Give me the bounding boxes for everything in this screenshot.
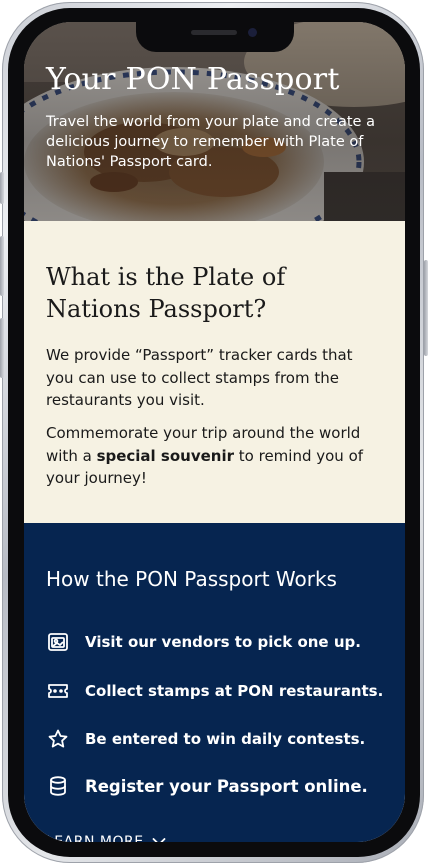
- step-label: Register your Passport online.: [85, 776, 368, 796]
- front-camera: [248, 28, 257, 37]
- what-is-section: What is the Plate of Nations Passport? W…: [24, 221, 405, 523]
- ticket-icon: [46, 679, 70, 703]
- speaker-grille: [191, 30, 237, 35]
- volume-down-button: [0, 318, 4, 378]
- step-label: Be entered to win daily contests.: [85, 730, 366, 748]
- phone-notch: [136, 22, 294, 52]
- mute-switch: [0, 172, 4, 204]
- step-contests: Be entered to win daily contests.: [46, 726, 391, 752]
- how-it-works-section: How the PON Passport Works Visit our ven…: [24, 523, 405, 842]
- step-label: Collect stamps at PON restaurants.: [85, 682, 384, 700]
- step-collect-stamps: Collect stamps at PON restaurants.: [46, 678, 391, 704]
- learn-more-link[interactable]: LEARN MORE: [46, 834, 166, 842]
- phone-screen: Your PON Passport Travel the world from …: [24, 22, 405, 842]
- how-it-works-title: How the PON Passport Works: [46, 567, 337, 591]
- volume-up-button: [0, 236, 4, 296]
- chevron-down-icon: [152, 838, 165, 842]
- hero-description: Travel the world from your plate and cre…: [46, 114, 375, 170]
- step-pick-up: Visit our vendors to pick one up.: [46, 629, 391, 655]
- step-register: Register your Passport online.: [46, 773, 391, 799]
- step-label: Visit our vendors to pick one up.: [85, 633, 361, 651]
- what-is-paragraph-2: Commemorate your trip around the world w…: [46, 422, 384, 490]
- what-is-paragraph-1: We provide “Passport” tracker cards that…: [46, 346, 353, 409]
- hero-title: Your PON Passport: [46, 62, 340, 97]
- what-is-title: What is the Plate of Nations Passport?: [46, 263, 286, 323]
- database-icon: [46, 774, 70, 798]
- star-icon: [46, 727, 70, 751]
- learn-more-label: LEARN MORE: [46, 834, 144, 842]
- special-souvenir-text: special souvenir: [96, 446, 235, 465]
- phone-mockup: Your PON Passport Travel the world from …: [0, 0, 428, 865]
- photo-frame-icon: [46, 630, 70, 654]
- power-button: [424, 260, 428, 356]
